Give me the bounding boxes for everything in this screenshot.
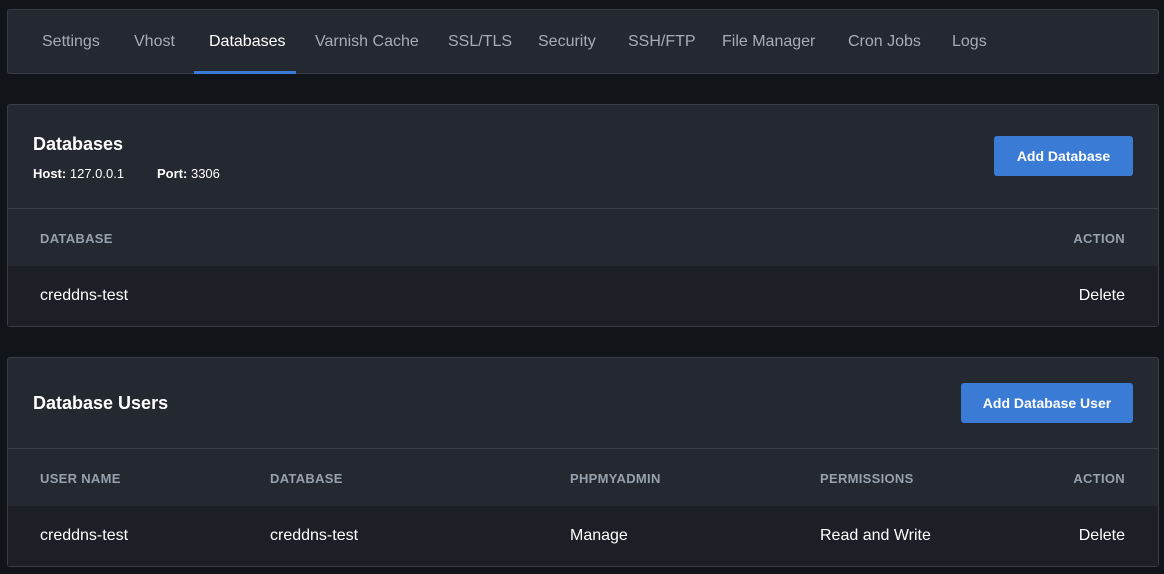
database-users-title: Database Users [33, 393, 169, 413]
database-cell: creddns-test [40, 287, 129, 304]
tab-cron-jobs[interactable]: Cron Jobs [848, 10, 921, 74]
permissions-cell: Read and Write [820, 527, 931, 544]
tab-file-manager[interactable]: File Manager [722, 10, 815, 74]
tab-ssl-tls[interactable]: SSL/TLS [448, 10, 512, 74]
table-row: creddns-test creddns-test Manage Read an… [8, 506, 1158, 566]
tab-security[interactable]: Security [538, 10, 596, 74]
divider [8, 448, 1158, 449]
column-header-permissions: PERMISSIONS [820, 471, 914, 486]
tab-ssh-ftp[interactable]: SSH/FTP [628, 10, 696, 74]
column-header-action: ACTION [1073, 231, 1125, 246]
tab-settings[interactable]: Settings [42, 10, 100, 74]
database-users-panel: Database Users Add Database User USER NA… [7, 357, 1159, 567]
databases-title: Databases [33, 134, 124, 154]
tab-vhost[interactable]: Vhost [134, 10, 175, 74]
add-database-user-button[interactable]: Add Database User [961, 383, 1133, 423]
host-label: Host: [33, 166, 67, 181]
port-value: 3306 [190, 166, 220, 181]
column-header-user-name: USER NAME [40, 471, 121, 486]
host-info: Host: 127.0.0.1 [33, 166, 124, 181]
active-tab-indicator [194, 71, 296, 74]
host-value: 127.0.0.1 [69, 166, 125, 181]
column-header-database: DATABASE [270, 471, 343, 486]
tab-databases[interactable]: Databases [209, 10, 286, 74]
phpmyadmin-manage-link[interactable]: Manage [570, 527, 628, 545]
port-info: Port: 3306 [157, 166, 220, 181]
column-header-phpmyadmin: PHPMYADMIN [570, 471, 661, 486]
delete-database-link[interactable]: Delete [1079, 287, 1125, 305]
delete-user-link[interactable]: Delete [1079, 527, 1125, 545]
tab-bar: Settings Vhost Databases Varnish Cache S… [7, 9, 1159, 74]
tab-logs[interactable]: Logs [952, 10, 987, 74]
divider [8, 208, 1158, 209]
user-database-cell: creddns-test [270, 527, 359, 544]
add-database-button[interactable]: Add Database [994, 136, 1133, 176]
column-header-action: ACTION [1073, 471, 1125, 486]
tab-varnish-cache[interactable]: Varnish Cache [315, 10, 419, 74]
column-header-database: DATABASE [40, 231, 113, 246]
databases-panel: Databases Host: 127.0.0.1 Port: 3306 Add… [7, 104, 1159, 327]
user-name-cell: creddns-test [40, 527, 129, 544]
table-row: creddns-test Delete [8, 266, 1158, 326]
port-label: Port: [157, 166, 188, 181]
